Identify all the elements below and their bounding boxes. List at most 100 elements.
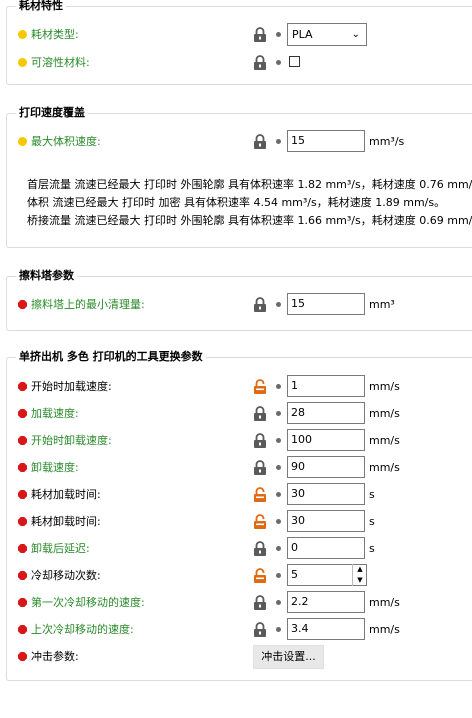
bullet-icon — [276, 600, 281, 605]
toolchange-row: 冷却移动次数: 5 ▲ ▼ — [7, 564, 472, 588]
toolchange-input[interactable]: 2.2 — [287, 591, 365, 613]
group-title-filament: 耗材特性 — [16, 0, 66, 14]
filament-type-select[interactable]: PLA ⌄ — [287, 23, 367, 46]
bullet-icon — [276, 465, 281, 470]
toolchange-row: 耗材卸载时间: 30 s — [7, 510, 472, 534]
spin-up-icon[interactable]: ▲ — [353, 564, 367, 575]
lock-closed-icon[interactable] — [253, 595, 267, 610]
bullet-icon — [276, 302, 281, 307]
toolchange-label: 冷却移动次数: — [31, 569, 101, 582]
lock-closed-icon[interactable] — [253, 541, 267, 556]
flow-info-line: 首层流量 流速已经最大 打印时 外围轮廓 具有体积速率 1.82 mm³/s，耗… — [27, 178, 472, 191]
toolchange-group: 单挤出机 多色 打印机的工具更换参数 开始时加载速度: 1 mm/s 加载速度: 28 m… — [6, 349, 472, 681]
bullet-icon — [276, 411, 281, 416]
lock-closed-icon[interactable] — [253, 622, 267, 637]
status-dot-icon — [18, 137, 27, 146]
group-title-toolchange: 单挤出机 多色 打印机的工具更换参数 — [16, 349, 206, 365]
toolchange-unit: s — [369, 515, 375, 528]
toolchange-input[interactable]: 3.4 — [287, 618, 365, 640]
toolchange-unit: s — [369, 542, 375, 555]
toolchange-input[interactable]: 90 — [287, 456, 365, 478]
lock-open-icon[interactable] — [253, 568, 267, 583]
toolchange-label: 卸载后延迟: — [31, 542, 90, 555]
lock-closed-icon[interactable] — [253, 297, 267, 312]
lock-closed-icon[interactable] — [253, 433, 267, 448]
bullet-icon — [276, 546, 281, 551]
max-volumetric-speed-label: 最大体积速度: — [31, 135, 101, 148]
toolchange-row: 加载速度: 28 mm/s — [7, 402, 472, 426]
ramming-settings-button[interactable]: 冲击设置... — [253, 645, 324, 669]
bullet-icon — [276, 438, 281, 443]
toolchange-row: 卸载速度: 90 mm/s — [7, 456, 472, 480]
toolchange-row: 第一次冷却移动的速度: 2.2 mm/s — [7, 591, 472, 615]
lock-open-icon[interactable] — [253, 514, 267, 529]
flow-info-line: 桥接流量 流速已经最大 打印时 外围轮廓 具有体积速率 1.66 mm³/s，耗… — [27, 214, 472, 227]
status-dot-icon — [18, 436, 27, 445]
ramming-label: 冲击参数: — [31, 650, 79, 663]
bullet-icon — [276, 60, 281, 65]
status-dot-icon — [18, 490, 27, 499]
soluble-label: 可溶性材料: — [31, 56, 90, 69]
toolchange-input[interactable]: 0 — [287, 537, 365, 559]
min-purge-input[interactable]: 15 — [287, 293, 365, 315]
chevron-down-icon: ⌄ — [351, 29, 360, 40]
toolchange-row: 卸载后延迟: 0 s — [7, 537, 472, 561]
toolchange-label: 开始时卸载速度: — [31, 434, 112, 447]
min-purge-unit: mm³ — [369, 298, 395, 311]
lock-closed-icon[interactable] — [253, 134, 267, 149]
bullet-icon — [276, 492, 281, 497]
bullet-icon — [276, 519, 281, 524]
lock-closed-icon[interactable] — [253, 460, 267, 475]
toolchange-input[interactable]: 28 — [287, 402, 365, 424]
lock-open-icon[interactable] — [253, 379, 267, 394]
soluble-checkbox[interactable] — [289, 56, 300, 67]
lock-closed-icon[interactable] — [253, 406, 267, 421]
toolchange-label: 加载速度: — [31, 407, 79, 420]
toolchange-input[interactable]: 30 — [287, 483, 365, 505]
toolchange-input[interactable]: 100 — [287, 429, 365, 451]
status-dot-icon — [18, 652, 27, 661]
row-max-volumetric-speed: 最大体积速度: 15 mm³/s — [7, 130, 472, 154]
lock-closed-icon[interactable] — [253, 27, 267, 42]
flow-info-line: 体积 流速已经最大 打印时 加密 具有体积速率 4.54 mm³/s，耗材速度 … — [27, 196, 446, 209]
toolchange-label: 上次冷却移动的速度: — [31, 623, 134, 636]
status-dot-icon — [18, 30, 27, 39]
min-purge-label: 擦料塔上的最小清理量: — [31, 298, 145, 311]
filament-type-label: 耗材类型: — [31, 28, 79, 41]
bullet-icon — [276, 627, 281, 632]
spin-control[interactable]: ▲ ▼ — [352, 564, 367, 586]
status-dot-icon — [18, 409, 27, 418]
row-ramming: 冲击参数: 冲击设置... — [7, 645, 472, 669]
max-volumetric-speed-input[interactable]: 15 — [287, 130, 365, 152]
print-speed-group: 打印速度覆盖 最大体积速度: 15 mm³/s 首层流量 流速已经最大 打印时 … — [6, 105, 472, 248]
status-dot-icon — [18, 625, 27, 634]
bullet-icon — [276, 32, 281, 37]
lock-open-icon[interactable] — [253, 487, 267, 502]
toolchange-row: 上次冷却移动的速度: 3.4 mm/s — [7, 618, 472, 642]
toolchange-input[interactable]: 1 — [287, 375, 365, 397]
toolchange-unit: mm/s — [369, 380, 400, 393]
wipe-tower-group: 擦料塔参数 擦料塔上的最小清理量: 15 mm³ — [6, 268, 472, 331]
status-dot-icon — [18, 517, 27, 526]
toolchange-unit: mm/s — [369, 623, 400, 636]
status-dot-icon — [18, 58, 27, 67]
group-title-speed: 打印速度覆盖 — [16, 105, 88, 121]
toolchange-unit: s — [369, 488, 375, 501]
toolchange-row: 开始时卸载速度: 100 mm/s — [7, 429, 472, 453]
lock-closed-icon[interactable] — [253, 55, 267, 70]
status-dot-icon — [18, 463, 27, 472]
spin-down-icon[interactable]: ▼ — [353, 575, 367, 586]
status-dot-icon — [18, 598, 27, 607]
toolchange-row: 开始时加载速度: 1 mm/s — [7, 375, 472, 399]
max-volumetric-speed-unit: mm³/s — [369, 135, 405, 148]
toolchange-input[interactable]: 30 — [287, 510, 365, 532]
status-dot-icon — [18, 300, 27, 309]
bullet-icon — [276, 139, 281, 144]
toolchange-label: 开始时加载速度: — [31, 380, 112, 393]
status-dot-icon — [18, 571, 27, 580]
status-dot-icon — [18, 382, 27, 391]
filament-properties-group: 耗材特性 耗材类型: PLA ⌄ 可溶性材料: — [6, 0, 472, 85]
toolchange-unit: mm/s — [369, 461, 400, 474]
filament-type-value: PLA — [292, 28, 313, 41]
bullet-icon — [276, 384, 281, 389]
